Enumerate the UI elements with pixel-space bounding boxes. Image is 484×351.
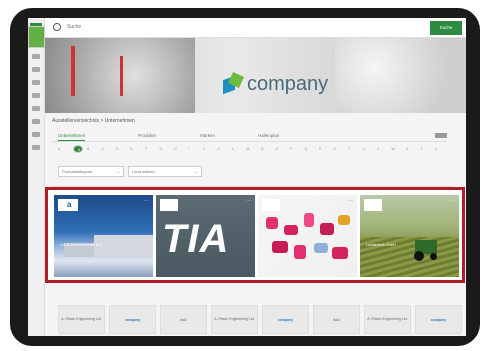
card-caption: A.B.B. Ruimtetechniek B.V.: [60, 243, 103, 247]
card-caption: Landtechnik GmbH: [366, 243, 396, 247]
featured-card-abb[interactable]: a A.B.B. Ruimtetechniek B.V. ⋯: [54, 195, 153, 277]
more-icon[interactable]: ⋯: [450, 198, 455, 204]
alphabet-letter[interactable]: D: [116, 147, 119, 151]
alphabet-letter[interactable]: M: [247, 147, 250, 151]
tab-bar: Unternehmen Produkte Marken Hallenplan: [52, 132, 447, 142]
search-input[interactable]: [67, 21, 367, 33]
alphabet-letter[interactable]: A: [72, 145, 83, 153]
company-name: company: [247, 72, 329, 95]
exhibitor-tile[interactable]: A. Ritsch Engineering Ltd.: [211, 305, 258, 334]
card-big-text: TIA: [162, 217, 230, 261]
active-section-icon[interactable]: [28, 26, 45, 48]
category-select[interactable]: Produktkategorie ⌄: [58, 166, 124, 177]
alphabet-letter[interactable]: U: [363, 147, 366, 151]
chevron-down-icon: ⌄: [116, 169, 120, 174]
alphabet-letter[interactable]: Z: [435, 147, 437, 151]
company-logo: company: [223, 70, 343, 98]
settings-icon[interactable]: [32, 132, 40, 137]
chevron-down-icon: ⌄: [194, 169, 198, 174]
tab-hallenplan[interactable]: Hallenplan: [258, 133, 279, 138]
alphabet-letter[interactable]: F: [145, 147, 147, 151]
alphabet-letter[interactable]: E: [131, 147, 133, 151]
alphabet-letter[interactable]: H: [174, 147, 177, 151]
alphabet-letter[interactable]: G: [160, 147, 163, 151]
alphabet-letter[interactable]: Q: [305, 147, 308, 151]
chat-icon[interactable]: [32, 119, 40, 124]
company-logo-icon: [223, 72, 244, 95]
country-select-label: Land wählen: [132, 169, 155, 174]
exhibitor-tile[interactable]: Ital2: [160, 305, 207, 334]
alphabet-letter[interactable]: X: [406, 147, 408, 151]
alphabet-letter[interactable]: Y: [421, 147, 423, 151]
top-bar: Suche: [45, 18, 466, 38]
card-logo: [160, 199, 178, 211]
home-icon[interactable]: [32, 54, 40, 59]
left-rail: [28, 18, 45, 336]
alphabet-letter[interactable]: C: [102, 147, 105, 151]
exhibitor-tile[interactable]: company: [262, 305, 309, 334]
alphabet-letter[interactable]: W: [392, 147, 395, 151]
breadcrumb: Aussteller­verzeichnis > Unternehmen: [52, 118, 135, 124]
alphabet-letter[interactable]: T: [348, 147, 350, 151]
alphabet-letter[interactable]: P: [290, 147, 292, 151]
exhibitor-tile[interactable]: Ital2: [313, 305, 360, 334]
featured-card-tia[interactable]: TIA ⋯: [156, 195, 255, 277]
tab-produkte[interactable]: Produkte: [138, 133, 156, 138]
country-select[interactable]: Land wählen ⌄: [128, 166, 202, 177]
more-icon[interactable]: ⋯: [144, 198, 149, 204]
featured-card-parts[interactable]: ⋯: [258, 195, 357, 277]
exhibitor-tile[interactable]: company: [415, 305, 462, 334]
alphabet-letter[interactable]: J: [203, 147, 205, 151]
featured-highlight-frame: a A.B.B. Ruimtetechniek B.V. ⋯ TIA ⋯ ⋯ L…: [45, 187, 465, 283]
tab-marken[interactable]: Marken: [200, 133, 215, 138]
heart-icon[interactable]: [32, 67, 40, 72]
calendar-icon[interactable]: [32, 93, 40, 98]
more-icon[interactable]: ⋯: [348, 198, 353, 204]
tab-unternehmen[interactable]: Unternehmen: [58, 133, 86, 141]
alphabet-letter[interactable]: V: [377, 147, 379, 151]
category-select-label: Produktkategorie: [62, 169, 93, 174]
card-logo: [262, 199, 280, 211]
exhibitor-tile[interactable]: company: [109, 305, 156, 334]
search-button[interactable]: Suche: [430, 21, 462, 35]
hero-machine-right: [335, 38, 466, 113]
featured-card-tractor[interactable]: Landtechnik GmbH ⋯: [360, 195, 459, 277]
building-image: [94, 235, 153, 257]
hero-banner: company: [45, 38, 466, 113]
hero-red-part: [71, 46, 75, 96]
exhibitor-tile[interactable]: A. Ritsch Engineering Ltd.: [364, 305, 411, 334]
alphabet-letter[interactable]: K: [218, 147, 220, 151]
tablet-mockup: Suche company Aussteller­verzeichnis > U…: [0, 0, 484, 351]
alphabet-letter[interactable]: S: [334, 147, 336, 151]
card-logo: a: [58, 199, 78, 211]
more-icon[interactable]: ⋯: [246, 198, 251, 204]
alphabet-letter[interactable]: R: [319, 147, 322, 151]
alphabet-letter[interactable]: #: [58, 147, 60, 151]
alphabet-letter[interactable]: L: [232, 147, 234, 151]
search-icon: [53, 23, 61, 31]
alphabet-letter[interactable]: I: [189, 147, 190, 151]
logout-icon[interactable]: [32, 145, 40, 150]
alphabet-letter[interactable]: O: [276, 147, 279, 151]
exhibitor-grid: A. Ritsch Engineering Ltd. company Ital2 A.…: [58, 305, 462, 336]
alphabet-letter[interactable]: N: [261, 147, 264, 151]
user-icon[interactable]: [32, 80, 40, 85]
alphabet-filter: # A B C D E F G H I J K L M N O P Q R S T U V W X Y Z: [58, 145, 453, 155]
map-icon[interactable]: [32, 106, 40, 111]
hero-red-part: [120, 56, 123, 96]
screen: Suche company Aussteller­verzeichnis > U…: [28, 18, 466, 336]
exhibitor-tile[interactable]: A. Ritsch Engineering Ltd.: [58, 305, 105, 334]
alphabet-letter[interactable]: B: [87, 147, 89, 151]
card-logo: [364, 199, 382, 211]
view-toggle-icon[interactable]: [435, 133, 447, 138]
